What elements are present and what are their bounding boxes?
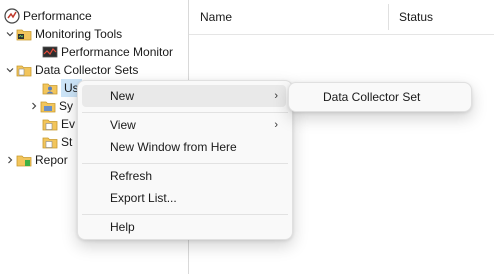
performance-monitor-window: Performance Monitoring Tools Performance… xyxy=(0,0,494,274)
column-divider[interactable] xyxy=(388,4,389,30)
menu-item-label: Refresh xyxy=(110,169,153,183)
tree-item-label: Data Collector Sets xyxy=(35,63,139,77)
menu-item-label: Export List... xyxy=(110,191,177,205)
tree-item-monitoring-tools[interactable]: Monitoring Tools xyxy=(4,25,122,43)
column-header-name[interactable]: Name xyxy=(200,0,380,34)
tree-item-performance-monitor[interactable]: Performance Monitor xyxy=(42,43,173,61)
performance-monitor-icon xyxy=(42,44,58,60)
reports-icon xyxy=(16,152,32,168)
tree-item-label: Repor xyxy=(35,153,68,167)
tree-item-label: Sy xyxy=(59,99,74,113)
expand-chevron-icon[interactable] xyxy=(4,151,16,169)
menu-item-label: Help xyxy=(110,220,135,234)
menu-item-new[interactable]: New › xyxy=(82,85,286,107)
submenu-arrow-icon: › xyxy=(274,90,278,102)
tree-item-data-collector-sets[interactable]: Data Collector Sets xyxy=(4,61,138,79)
tree-item-label: Performance xyxy=(23,9,92,23)
menu-item-data-collector-set[interactable]: Data Collector Set xyxy=(293,86,465,108)
menu-item-label: New xyxy=(110,89,135,103)
event-set-icon xyxy=(42,116,58,132)
menu-item-view[interactable]: View › xyxy=(82,114,286,136)
startup-set-icon xyxy=(42,134,58,150)
submenu-arrow-icon: › xyxy=(274,119,278,131)
user-set-icon xyxy=(42,80,58,96)
new-submenu: Data Collector Set xyxy=(288,82,472,112)
tree-item-label: Monitoring Tools xyxy=(35,27,123,41)
menu-item-refresh[interactable]: Refresh xyxy=(82,165,286,187)
tree-item-performance[interactable]: Performance xyxy=(4,7,92,25)
column-header-status[interactable]: Status xyxy=(399,0,459,34)
list-header: Name Status xyxy=(189,0,494,35)
system-set-icon xyxy=(40,98,56,114)
menu-item-label: Data Collector Set xyxy=(323,90,421,104)
menu-separator xyxy=(82,112,288,113)
folder-icon xyxy=(16,26,32,42)
tree-item-event-trace-sessions[interactable]: Ev xyxy=(42,115,75,133)
tree-item-startup-event-trace-sessions[interactable]: St xyxy=(42,133,72,151)
tree-item-system[interactable]: Sy xyxy=(28,97,73,115)
context-menu: New › View › New Window from Here Refres… xyxy=(77,80,293,240)
menu-item-new-window-from-here[interactable]: New Window from Here xyxy=(82,136,286,158)
tree-item-user-defined[interactable]: Us xyxy=(42,79,82,97)
collapse-chevron-icon[interactable] xyxy=(4,61,16,79)
menu-separator xyxy=(82,163,288,164)
menu-item-export-list[interactable]: Export List... xyxy=(82,187,286,209)
performance-icon xyxy=(4,8,20,24)
menu-item-label: New Window from Here xyxy=(110,140,237,154)
menu-separator xyxy=(82,214,288,215)
folder-icon xyxy=(16,62,32,78)
tree-item-label: Performance Monitor xyxy=(61,45,174,59)
tree-item-reports[interactable]: Repor xyxy=(4,151,68,169)
menu-item-help[interactable]: Help xyxy=(82,216,286,238)
expand-chevron-icon[interactable] xyxy=(28,97,40,115)
tree-item-label: St xyxy=(61,135,73,149)
collapse-chevron-icon[interactable] xyxy=(4,25,16,43)
menu-item-label: View xyxy=(110,118,136,132)
tree-item-label: Ev xyxy=(61,117,76,131)
